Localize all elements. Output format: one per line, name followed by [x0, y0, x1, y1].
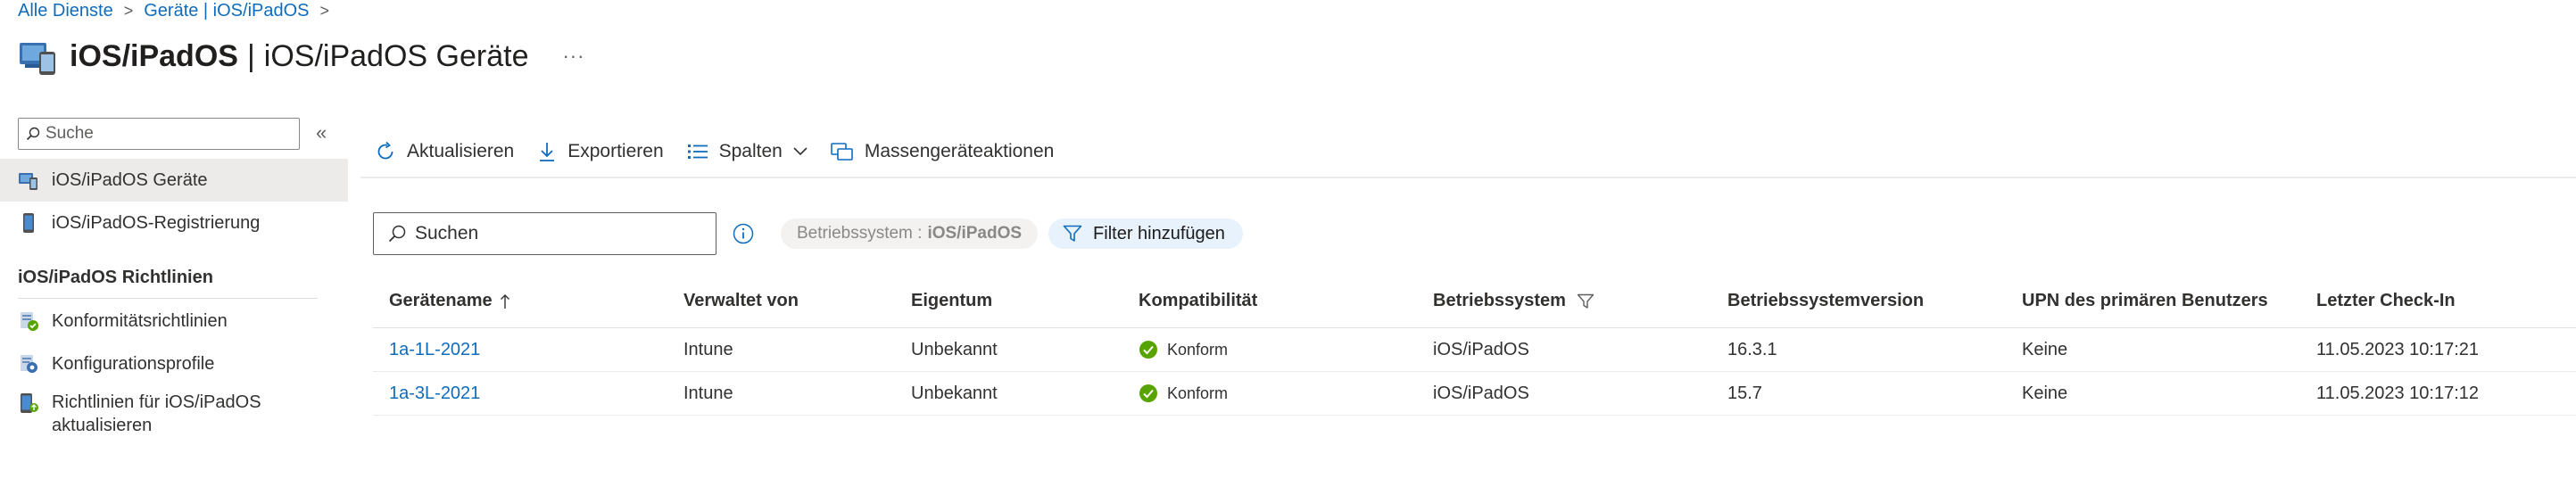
compliance-label: Konform: [1167, 384, 1229, 402]
info-icon[interactable]: [733, 223, 754, 244]
sidebar-item-ios-devices[interactable]: iOS/iPadOS Geräte: [0, 159, 348, 202]
update-policy-icon: [21, 393, 38, 413]
compliance-label: Konform: [1167, 340, 1229, 359]
page-title: iOS/iPadOS | iOS/iPadOS Geräte: [70, 39, 528, 74]
sort-ascending-icon: [500, 293, 509, 309]
compliance-icon: [21, 312, 38, 331]
columns-list-icon: [687, 144, 708, 159]
devices-icon: [19, 173, 37, 190]
compliance-cell: Konform: [1139, 372, 1228, 415]
device-name-link[interactable]: 1a-3L-2021: [389, 372, 480, 415]
sidebar-item-label-line2: aktualisieren: [52, 416, 153, 435]
upn-cell: Keine: [2022, 339, 2068, 359]
download-icon: [540, 143, 555, 161]
table-row[interactable]: 1a-1L-2021 Intune Unbekannt Konform iOS/…: [373, 328, 2576, 372]
devices-table: Gerätename Verwaltet von Eigentum Kompat…: [373, 275, 2576, 416]
column-header-compliance[interactable]: Kompatibilität: [1139, 275, 1257, 327]
compliance-status: Konform: [1139, 384, 1228, 403]
column-header-last-checkin[interactable]: Letzter Check-In: [2316, 275, 2456, 327]
chevron-down-icon: [793, 147, 808, 156]
command-bar: Aktualisieren Exportieren Spalten Massen…: [375, 132, 1077, 171]
os-version-cell: 16.3.1: [1727, 339, 1777, 359]
search-icon: [26, 127, 40, 141]
sidebar-item-label-line1: Richtlinien für iOS/iPadOS: [52, 392, 261, 412]
breadcrumb-separator: >: [319, 1, 330, 20]
search-icon: [388, 225, 406, 243]
add-filter-label: Filter hinzufügen: [1093, 223, 1225, 243]
sidebar-item-label: Konformitätsrichtlinien: [52, 310, 228, 331]
os-filter-label: Betriebssystem :: [797, 224, 923, 243]
filter-bar: Betriebssystem : iOS/iPadOS Filter hinzu…: [373, 212, 1243, 255]
sidebar-item-label: Richtlinien für iOS/iPadOS aktualisieren: [52, 391, 261, 437]
column-header-ownership[interactable]: Eigentum: [911, 275, 992, 327]
sidebar-item-label: iOS/iPadOS Geräte: [52, 169, 208, 190]
os-filter-value: iOS/iPadOS: [927, 224, 1023, 243]
refresh-icon: [377, 141, 393, 160]
toolbar-divider: [360, 177, 2576, 178]
device-name-link[interactable]: 1a-1L-2021: [389, 328, 480, 371]
bulk-devices-icon: [831, 143, 853, 161]
config-profile-icon: [21, 355, 37, 373]
export-button[interactable]: Exportieren: [537, 141, 664, 162]
sidebar-item-label: iOS/iPadOS-Registrierung: [52, 212, 261, 233]
export-label: Exportieren: [567, 141, 664, 161]
check-circle-icon: [1139, 384, 1157, 402]
managed-by-cell: Intune: [683, 339, 733, 359]
sidebar-section-policies: iOS/iPadOS Richtlinien: [18, 268, 213, 287]
sidebar-item-configuration-profiles[interactable]: Konfigurationsprofile: [0, 342, 348, 385]
collapse-sidebar-button[interactable]: «: [316, 121, 327, 144]
column-header-primary-user-upn[interactable]: UPN des primären Benutzers: [2022, 275, 2268, 327]
breadcrumb-separator: >: [123, 1, 134, 20]
column-header-os-version[interactable]: Betriebssystemversion: [1727, 275, 1924, 327]
columns-label: Spalten: [718, 141, 783, 161]
breadcrumb-devices-ios[interactable]: Geräte | iOS/iPadOS: [144, 1, 309, 21]
device-search-input[interactable]: [415, 223, 700, 244]
last-checkin-cell: 11.05.2023 10:17:12: [2316, 383, 2480, 403]
os-cell: iOS/iPadOS: [1433, 339, 1529, 359]
table-row[interactable]: 1a-3L-2021 Intune Unbekannt Konform iOS/…: [373, 372, 2576, 416]
managed-by-cell: Intune: [683, 383, 733, 403]
page-title-main: iOS/iPadOS: [70, 38, 238, 73]
column-header-os[interactable]: Betriebssystem: [1433, 275, 1594, 327]
column-header-managed-by[interactable]: Verwaltet von: [683, 275, 799, 327]
sidebar-search-input[interactable]: [46, 124, 286, 144]
table-header: Gerätename Verwaltet von Eigentum Kompat…: [373, 275, 2576, 328]
device-search-box[interactable]: [373, 212, 716, 255]
sidebar-item-update-policies[interactable]: Richtlinien für iOS/iPadOS aktualisieren: [0, 385, 348, 437]
sidebar-item-compliance-policies[interactable]: Konformitätsrichtlinien: [0, 300, 348, 342]
filter-icon: [1063, 225, 1082, 242]
compliance-status: Konform: [1139, 340, 1228, 359]
more-options-button[interactable]: ···: [562, 45, 584, 68]
ownership-cell: Unbekannt: [911, 383, 998, 403]
bulk-device-actions-label: Massengeräteaktionen: [864, 141, 1055, 161]
upn-cell: Keine: [2022, 383, 2068, 403]
phone-icon: [23, 213, 34, 233]
os-cell: iOS/iPadOS: [1433, 383, 1529, 403]
device-blade-icon: [20, 43, 55, 75]
os-version-cell: 15.7: [1727, 383, 1762, 403]
bulk-device-actions-button[interactable]: Massengeräteaktionen: [831, 141, 1054, 162]
ownership-cell: Unbekannt: [911, 339, 998, 359]
refresh-label: Aktualisieren: [407, 141, 515, 161]
column-header-label: Gerätename: [389, 291, 493, 310]
columns-button[interactable]: Spalten: [687, 141, 808, 162]
os-filter-pill: Betriebssystem : iOS/iPadOS: [781, 219, 1039, 249]
breadcrumb: Alle Dienste > Geräte | iOS/iPadOS >: [18, 0, 340, 21]
sidebar-search-box[interactable]: [18, 118, 300, 150]
page-title-separator: |: [246, 38, 255, 73]
refresh-button[interactable]: Aktualisieren: [375, 141, 514, 162]
check-circle-icon: [1139, 341, 1157, 359]
column-filter-icon[interactable]: [1577, 293, 1594, 309]
sidebar-item-label: Konfigurationsprofile: [52, 353, 215, 374]
page-title-sub: iOS/iPadOS Geräte: [263, 38, 529, 73]
page-header: iOS/iPadOS | iOS/iPadOS Geräte ···: [18, 34, 584, 78]
sidebar-divider: [18, 298, 318, 299]
breadcrumb-all-services[interactable]: Alle Dienste: [18, 1, 113, 21]
column-header-device-name[interactable]: Gerätename: [389, 275, 510, 327]
compliance-cell: Konform: [1139, 328, 1228, 371]
add-filter-button[interactable]: Filter hinzufügen: [1048, 219, 1243, 249]
sidebar-item-ios-enrollment[interactable]: iOS/iPadOS-Registrierung: [0, 202, 348, 244]
last-checkin-cell: 11.05.2023 10:17:21: [2316, 339, 2480, 359]
column-header-label: Betriebssystem: [1433, 291, 1566, 310]
